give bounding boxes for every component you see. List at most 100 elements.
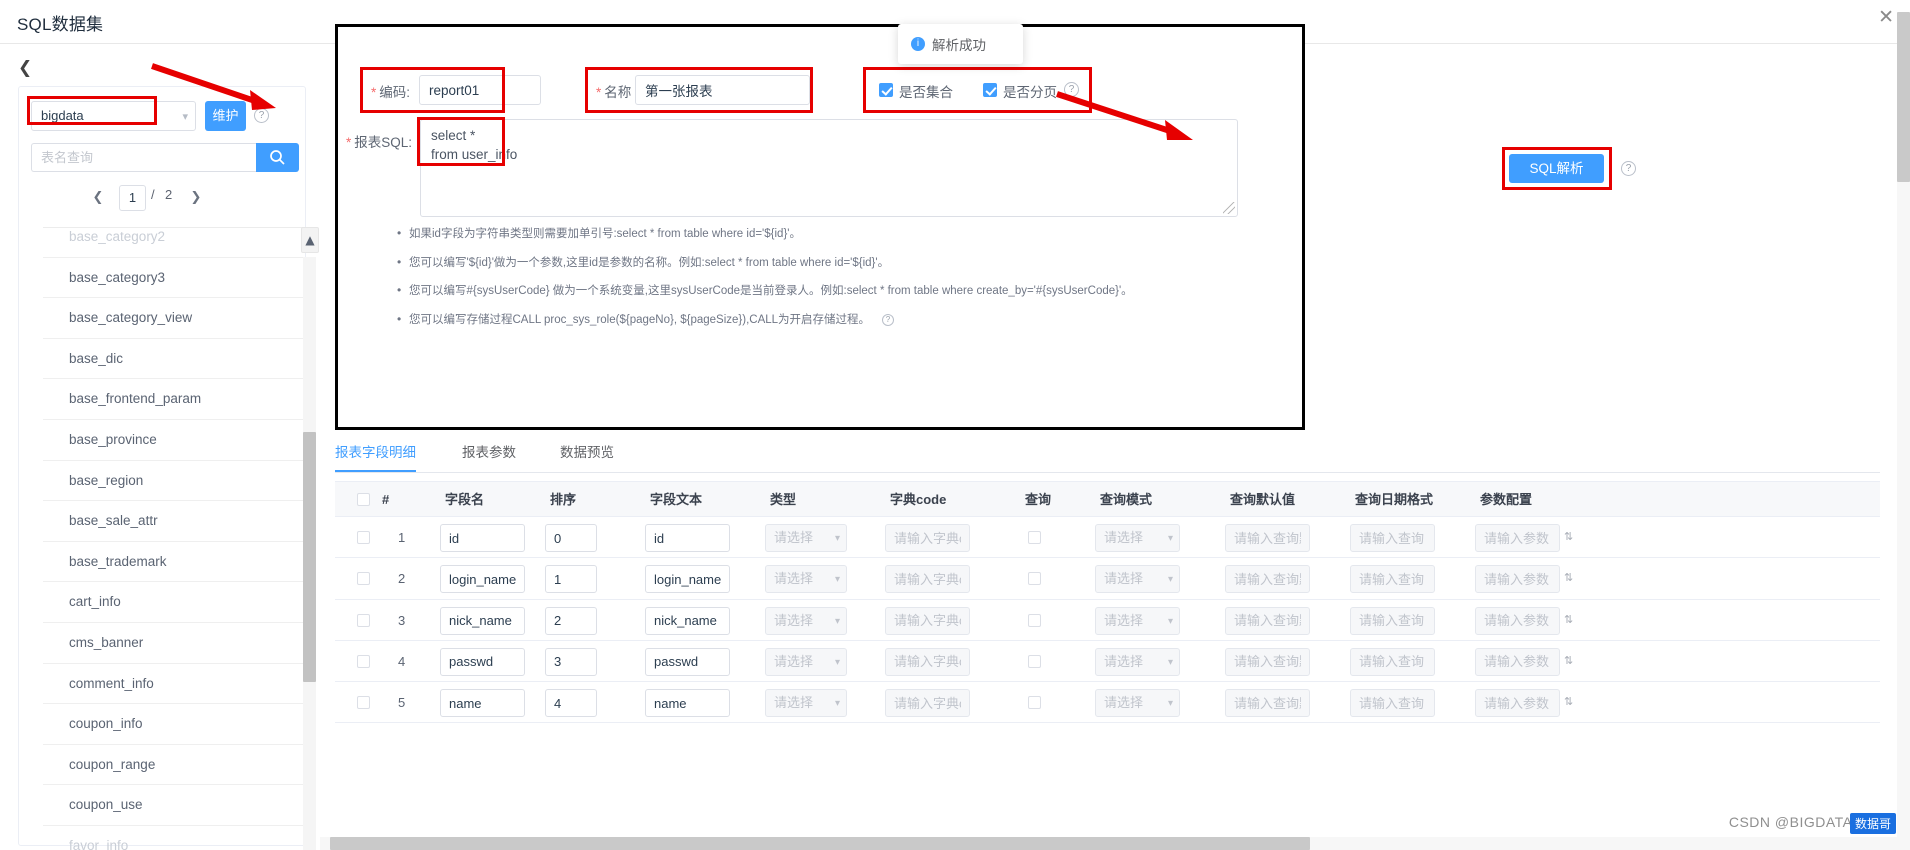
pager-next-icon[interactable]: ❯ xyxy=(186,187,206,209)
field-text-input[interactable] xyxy=(645,689,730,718)
list-item[interactable]: base_region xyxy=(43,461,310,502)
tab-report-params[interactable]: 报表参数 xyxy=(462,439,516,472)
query-checkbox[interactable] xyxy=(1028,654,1041,668)
list-item[interactable]: favor_info xyxy=(43,826,310,850)
field-text-input[interactable] xyxy=(645,647,730,676)
list-item[interactable]: coupon_info xyxy=(43,704,310,745)
search-button[interactable] xyxy=(256,143,299,172)
chevron-up-icon[interactable]: ▲ xyxy=(301,227,319,253)
type-select[interactable]: 请选择 ▾ xyxy=(765,647,847,676)
list-item[interactable]: cms_banner xyxy=(43,623,310,664)
param-config-input[interactable] xyxy=(1475,689,1560,718)
list-item[interactable]: coupon_range xyxy=(43,745,310,786)
question-circle-icon[interactable]: ? xyxy=(1621,161,1636,176)
field-name-input[interactable] xyxy=(440,565,525,594)
row-select-checkbox[interactable] xyxy=(357,531,370,544)
query-default-input[interactable] xyxy=(1225,647,1310,676)
order-input[interactable] xyxy=(545,647,597,676)
resize-handle-icon[interactable] xyxy=(1223,202,1235,214)
horizontal-scrollbar-thumb[interactable] xyxy=(330,837,1310,850)
query-default-input[interactable] xyxy=(1225,606,1310,635)
query-checkbox[interactable] xyxy=(1028,531,1041,544)
search-input[interactable] xyxy=(31,143,256,172)
list-item[interactable]: base_category_view xyxy=(43,298,310,339)
dict-code-input[interactable] xyxy=(885,565,970,594)
param-config-input[interactable] xyxy=(1475,606,1560,635)
field-text-input[interactable] xyxy=(645,524,730,552)
row-select-checkbox[interactable] xyxy=(357,572,370,586)
order-input[interactable] xyxy=(545,565,597,594)
table-list-scrollbar-thumb[interactable] xyxy=(303,432,316,682)
dict-code-input[interactable] xyxy=(885,647,970,676)
list-item[interactable]: cart_info xyxy=(43,582,310,623)
list-item[interactable]: comment_info xyxy=(43,664,310,705)
query-mode-select[interactable]: 请选择 ▾ xyxy=(1095,647,1180,676)
query-default-input[interactable] xyxy=(1225,689,1310,718)
query-mode-select[interactable]: 请选择 ▾ xyxy=(1095,606,1180,635)
type-select[interactable]: 请选择 ▾ xyxy=(765,606,847,635)
sql-textarea[interactable]: select * from user_info xyxy=(420,119,1238,217)
param-config-input[interactable] xyxy=(1475,524,1560,552)
param-config-input[interactable] xyxy=(1475,565,1560,594)
type-select[interactable]: 请选择 ▾ xyxy=(765,689,847,718)
query-date-format-input[interactable] xyxy=(1350,689,1435,718)
query-mode-select[interactable]: 请选择 ▾ xyxy=(1095,524,1180,552)
field-text-input[interactable] xyxy=(645,606,730,635)
list-item[interactable]: base_category3 xyxy=(43,258,310,299)
query-date-format-input[interactable] xyxy=(1350,606,1435,635)
query-date-format-input[interactable] xyxy=(1350,524,1435,552)
sliders-icon[interactable]: ⇅ xyxy=(1564,613,1573,627)
field-name-input[interactable] xyxy=(440,524,525,552)
dict-code-input[interactable] xyxy=(885,606,970,635)
question-circle-icon[interactable]: ? xyxy=(1064,82,1079,97)
type-select[interactable]: 请选择 ▾ xyxy=(765,524,847,552)
field-name-input[interactable] xyxy=(440,689,525,718)
sliders-icon[interactable]: ⇅ xyxy=(1564,530,1573,544)
dict-code-input[interactable] xyxy=(885,689,970,718)
field-name-input[interactable] xyxy=(440,647,525,676)
datasource-select[interactable]: bigdata ▾ xyxy=(31,101,196,131)
query-date-format-input[interactable] xyxy=(1350,647,1435,676)
field-name-input[interactable] xyxy=(440,606,525,635)
pager-prev-icon[interactable]: ❮ xyxy=(88,187,108,209)
list-item[interactable]: base_frontend_param xyxy=(43,379,310,420)
select-all-checkbox[interactable] xyxy=(357,493,370,506)
query-checkbox[interactable] xyxy=(1028,696,1041,710)
row-select-checkbox[interactable] xyxy=(357,613,370,627)
tab-data-preview[interactable]: 数据预览 xyxy=(560,439,614,472)
name-input[interactable] xyxy=(635,75,810,105)
is-paging-checkbox[interactable] xyxy=(983,83,997,97)
param-config-input[interactable] xyxy=(1475,647,1560,676)
pager-current-page[interactable]: 1 xyxy=(119,185,146,211)
query-mode-select[interactable]: 请选择 ▾ xyxy=(1095,689,1180,718)
query-date-format-input[interactable] xyxy=(1350,565,1435,594)
list-item[interactable]: base_category2 xyxy=(43,228,310,258)
list-item[interactable]: base_sale_attr xyxy=(43,501,310,542)
page-scrollbar-thumb[interactable] xyxy=(1897,12,1910,182)
chevron-left-icon[interactable]: ❮ xyxy=(18,58,32,78)
tab-report-fields[interactable]: 报表字段明细 xyxy=(335,439,416,472)
table-list[interactable]: base_category2 base_category3 base_categor… xyxy=(43,227,310,850)
question-circle-icon[interactable]: ? xyxy=(882,313,895,326)
sliders-icon[interactable]: ⇅ xyxy=(1564,695,1573,709)
query-mode-select[interactable]: 请选择 ▾ xyxy=(1095,565,1180,594)
is-collection-checkbox[interactable] xyxy=(879,83,893,97)
sliders-icon[interactable]: ⇅ xyxy=(1564,654,1573,668)
question-circle-icon[interactable]: ? xyxy=(254,108,269,123)
list-item[interactable]: base_dic xyxy=(43,339,310,380)
row-select-checkbox[interactable] xyxy=(357,696,370,710)
field-text-input[interactable] xyxy=(645,565,730,594)
order-input[interactable] xyxy=(545,689,597,718)
list-item[interactable]: base_trademark xyxy=(43,542,310,583)
sql-parse-button[interactable]: SQL解析 xyxy=(1509,154,1604,183)
order-input[interactable] xyxy=(545,606,597,635)
code-input[interactable] xyxy=(419,75,541,105)
close-icon[interactable]: ✕ xyxy=(1878,8,1894,28)
query-checkbox[interactable] xyxy=(1028,572,1041,586)
sliders-icon[interactable]: ⇅ xyxy=(1564,571,1573,585)
dict-code-input[interactable] xyxy=(885,524,970,552)
order-input[interactable] xyxy=(545,524,597,552)
type-select[interactable]: 请选择 ▾ xyxy=(765,565,847,594)
list-item[interactable]: base_province xyxy=(43,420,310,461)
maintain-button[interactable]: 维护 xyxy=(205,101,246,131)
